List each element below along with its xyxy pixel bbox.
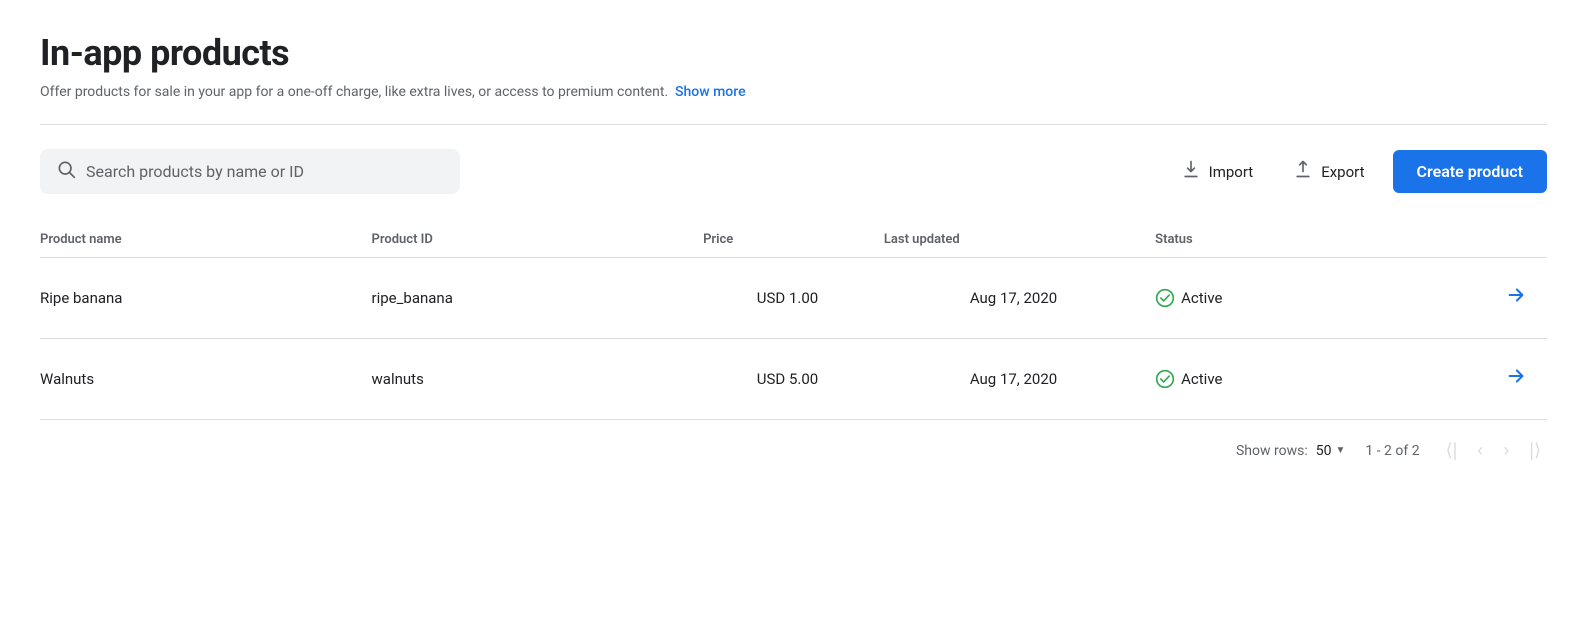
cell-updated-0: Aug 17, 2020: [884, 258, 1155, 339]
show-more-link[interactable]: Show more: [675, 84, 746, 100]
last-page-button[interactable]: |⟩: [1523, 436, 1547, 465]
row-navigate-button-0[interactable]: [1497, 280, 1535, 316]
status-badge-1: Active: [1155, 369, 1384, 389]
search-icon: [56, 159, 76, 184]
rows-per-page-select[interactable]: 50 ▼: [1316, 443, 1346, 459]
cell-action-1: [1396, 339, 1547, 420]
pagination-bar: Show rows: 50 ▼ 1 - 2 of 2 ⟨| ‹ › |⟩: [40, 420, 1547, 473]
cell-name-1: Walnuts: [40, 339, 372, 420]
row-navigate-button-1[interactable]: [1497, 361, 1535, 397]
export-icon: [1293, 159, 1313, 184]
active-icon-1: [1155, 369, 1175, 389]
active-icon-0: [1155, 288, 1175, 308]
export-label: Export: [1321, 163, 1364, 181]
rows-count: 50: [1316, 443, 1332, 459]
col-header-status: Status: [1155, 222, 1396, 258]
prev-page-button[interactable]: ‹: [1471, 436, 1489, 465]
page-subtitle: Offer products for sale in your app for …: [40, 84, 1547, 100]
status-label-0: Active: [1181, 289, 1222, 307]
cell-action-0: [1396, 258, 1547, 339]
show-rows-label: Show rows:: [1236, 443, 1308, 459]
table-row: Walnuts walnuts USD 5.00 Aug 17, 2020 Ac…: [40, 339, 1547, 420]
products-table: Product name Product ID Price Last updat…: [40, 222, 1547, 420]
cell-price-1: USD 5.00: [703, 339, 884, 420]
import-label: Import: [1209, 163, 1254, 181]
create-product-button[interactable]: Create product: [1393, 150, 1547, 193]
col-header-action: [1396, 222, 1547, 258]
export-button[interactable]: Export: [1281, 151, 1376, 192]
search-input[interactable]: [86, 162, 444, 181]
page-info: 1 - 2 of 2: [1365, 443, 1419, 459]
cell-status-0: Active: [1155, 258, 1396, 339]
col-header-updated: Last updated: [884, 222, 1155, 258]
cell-updated-1: Aug 17, 2020: [884, 339, 1155, 420]
table-row: Ripe banana ripe_banana USD 1.00 Aug 17,…: [40, 258, 1547, 339]
toolbar: Import Export Create product: [40, 149, 1547, 194]
status-badge-0: Active: [1155, 288, 1384, 308]
section-divider: [40, 124, 1547, 125]
page-title: In-app products: [40, 32, 1547, 74]
page-container: In-app products Offer products for sale …: [0, 0, 1587, 497]
col-header-id: Product ID: [372, 222, 704, 258]
table-header: Product name Product ID Price Last updat…: [40, 222, 1547, 258]
col-header-price: Price: [703, 222, 884, 258]
cell-id-0: ripe_banana: [372, 258, 704, 339]
cell-price-0: USD 1.00: [703, 258, 884, 339]
cell-status-1: Active: [1155, 339, 1396, 420]
table-body: Ripe banana ripe_banana USD 1.00 Aug 17,…: [40, 258, 1547, 420]
col-header-name: Product name: [40, 222, 372, 258]
next-page-button[interactable]: ›: [1497, 436, 1515, 465]
import-icon: [1181, 159, 1201, 184]
rows-dropdown-icon: ▼: [1335, 445, 1345, 456]
first-page-button[interactable]: ⟨|: [1440, 436, 1464, 465]
search-box: [40, 149, 460, 194]
status-label-1: Active: [1181, 370, 1222, 388]
cell-name-0: Ripe banana: [40, 258, 372, 339]
cell-id-1: walnuts: [372, 339, 704, 420]
import-button[interactable]: Import: [1169, 151, 1266, 192]
